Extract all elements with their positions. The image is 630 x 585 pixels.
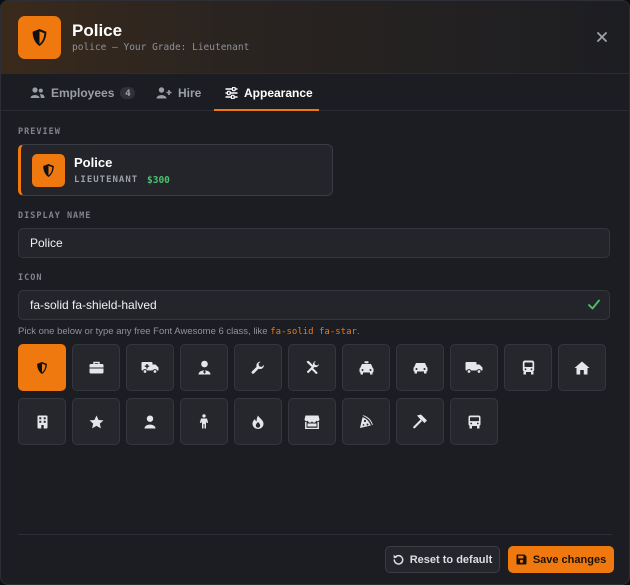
preview-card: Police LIEUTENANT $300: [18, 144, 333, 196]
briefcase-icon: [89, 361, 103, 374]
icon-option-bus[interactable]: [504, 344, 552, 391]
icon-option-user[interactable]: [126, 398, 174, 445]
preview-label: PREVIEW: [18, 127, 61, 137]
icon-hint: Pick one below or type any free Font Awe…: [18, 326, 360, 337]
truck-icon: [465, 362, 483, 374]
house-icon: [574, 361, 590, 374]
preview-salary: $300: [147, 175, 170, 186]
sliders-icon: [225, 87, 238, 99]
hammer-icon: [413, 414, 427, 429]
footer-divider: [18, 534, 612, 535]
icon-option-pizza-slice[interactable]: [342, 398, 390, 445]
icon-option-shield-halved[interactable]: [18, 344, 66, 391]
icon-option-truck[interactable]: [450, 344, 498, 391]
icon-option-truck-medical[interactable]: [126, 344, 174, 391]
tab-hire-label: Hire: [178, 86, 202, 100]
page-subtitle: police — Your Grade: Lieutenant: [72, 42, 250, 53]
icon-class-value: fa-solid fa-shield-halved: [30, 298, 157, 312]
icon-option-briefcase[interactable]: [72, 344, 120, 391]
icon-option-car[interactable]: [396, 344, 444, 391]
icon-label: ICON: [18, 273, 43, 283]
display-name-value: Police: [30, 236, 63, 250]
truck-medical-icon: [141, 362, 159, 374]
display-name-label: DISPLAY NAME: [18, 211, 92, 221]
check-icon: [588, 299, 600, 310]
modal-header: Police police — Your Grade: Lieutenant: [1, 1, 629, 74]
icon-class-input[interactable]: fa-solid fa-shield-halved: [18, 290, 610, 320]
reset-to-default-button[interactable]: Reset to default: [385, 546, 500, 573]
fire-icon: [252, 415, 264, 429]
van-shuttle-icon: [468, 415, 480, 428]
hint-text: Pick one below or type any free Font Awe…: [18, 326, 271, 337]
floppy-disk-icon: [516, 554, 527, 565]
user-icon: [144, 415, 156, 428]
user-doctor-icon: [198, 360, 210, 375]
tab-appearance-label: Appearance: [244, 86, 313, 100]
icon-option-star[interactable]: [72, 398, 120, 445]
reset-label: Reset to default: [409, 553, 493, 566]
person-icon: [199, 414, 209, 429]
rotate-left-icon: [393, 554, 404, 565]
display-name-input[interactable]: Police: [18, 228, 610, 258]
icon-option-wrench[interactable]: [234, 344, 282, 391]
tab-bar: Employees 4 Hire Appearance: [1, 75, 629, 111]
preview-name: Police: [74, 155, 113, 170]
shield-halved-icon: [43, 164, 54, 177]
icon-option-user-doctor[interactable]: [180, 344, 228, 391]
shield-halved-icon: [32, 29, 47, 46]
close-icon: [597, 32, 607, 42]
job-badge: [18, 16, 61, 59]
tab-employees-label: Employees: [51, 86, 115, 100]
appearance-modal: Police police — Your Grade: Lieutenant E…: [0, 0, 630, 585]
icon-option-building[interactable]: [18, 398, 66, 445]
user-plus-icon: [156, 87, 172, 99]
store-icon: [304, 415, 320, 429]
bus-icon: [522, 360, 534, 375]
screwdriver-wrench-icon: [306, 360, 319, 375]
icon-option-person[interactable]: [180, 398, 228, 445]
icon-option-store[interactable]: [288, 398, 336, 445]
icon-option-house[interactable]: [558, 344, 606, 391]
pizza-slice-icon: [359, 415, 373, 428]
employee-count-badge: 4: [120, 87, 136, 99]
icon-option-screwdriver-wrench[interactable]: [288, 344, 336, 391]
users-icon: [30, 87, 45, 98]
save-changes-button[interactable]: Save changes: [508, 546, 614, 573]
building-icon: [37, 415, 47, 428]
save-label: Save changes: [532, 553, 607, 566]
car-icon: [413, 362, 427, 373]
shield-halved-icon: [37, 361, 47, 374]
icon-option-taxi[interactable]: [342, 344, 390, 391]
tab-employees[interactable]: Employees 4: [30, 75, 136, 111]
star-icon: [89, 415, 103, 428]
tab-hire[interactable]: Hire: [156, 75, 201, 111]
taxi-icon: [359, 360, 373, 374]
close-button[interactable]: [593, 28, 611, 46]
preview-badge: [32, 154, 65, 187]
preview-grade: LIEUTENANT: [74, 175, 139, 185]
active-tab-indicator: [214, 109, 319, 111]
icon-option-van-shuttle[interactable]: [450, 398, 498, 445]
tab-appearance[interactable]: Appearance: [225, 75, 313, 111]
hint-example: fa-solid fa-star: [270, 327, 357, 337]
wrench-icon: [251, 361, 265, 374]
hint-suffix: .: [356, 326, 360, 337]
icon-option-hammer[interactable]: [396, 398, 444, 445]
icon-option-fire[interactable]: [234, 398, 282, 445]
page-title: Police: [72, 21, 123, 40]
